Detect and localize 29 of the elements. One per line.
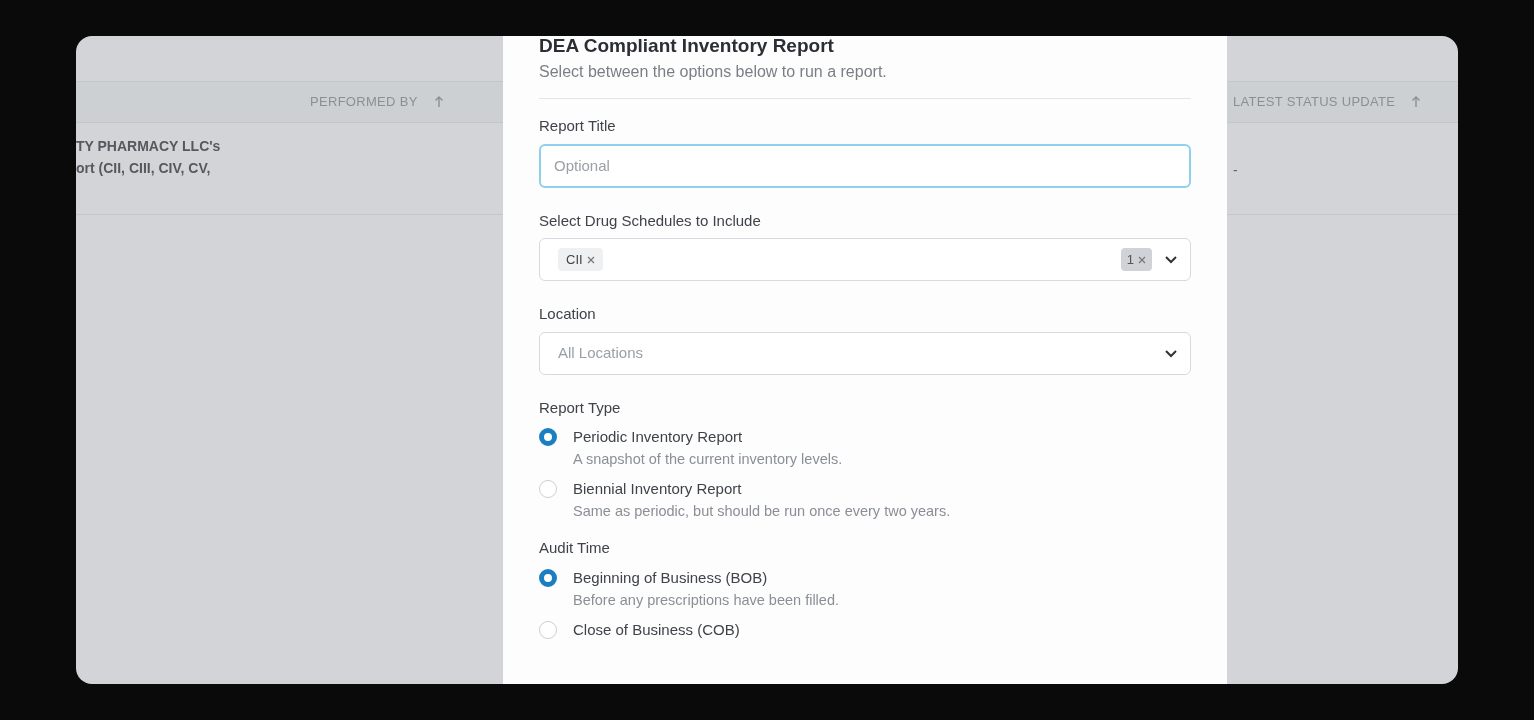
selected-count: 1 bbox=[1126, 250, 1134, 269]
option-label[interactable]: Periodic Inventory Report bbox=[573, 427, 843, 447]
radio-button[interactable] bbox=[539, 568, 557, 587]
close-icon[interactable] bbox=[586, 255, 595, 264]
field-label: Report Title bbox=[539, 116, 617, 136]
option-label[interactable]: Close of Business (COB) bbox=[573, 619, 740, 640]
chevron-down-icon[interactable] bbox=[1164, 255, 1178, 264]
group-label: Audit Time bbox=[539, 538, 611, 558]
field-label: Location bbox=[539, 304, 597, 324]
chevron-down-icon[interactable] bbox=[1164, 348, 1178, 358]
group-label: Report Type bbox=[539, 397, 622, 418]
dialog-title: DEA Compliant Inventory Report bbox=[539, 36, 835, 58]
table-cell-text: - bbox=[1233, 161, 1238, 180]
sort-up-icon[interactable] bbox=[433, 96, 444, 108]
option-description: Before any prescriptions have been filled. bbox=[573, 590, 839, 610]
field-label: Select Drug Schedules to Include bbox=[539, 210, 762, 231]
option-description: Same as periodic, but should be run once every two years. bbox=[573, 502, 951, 521]
select-placeholder: All Locations bbox=[558, 342, 645, 363]
dialog-subtitle: Select between the options below to run a report. bbox=[539, 60, 1191, 99]
close-icon[interactable] bbox=[1138, 255, 1146, 264]
schedule-select[interactable]: CII 1 bbox=[539, 238, 1191, 281]
option-label[interactable]: Biennial Inventory Report bbox=[573, 479, 951, 499]
option-description: A snapshot of the current inventory levels. bbox=[573, 450, 843, 469]
option-label[interactable]: Beginning of Business (BOB) bbox=[573, 567, 839, 588]
report-title-input[interactable]: Optional bbox=[539, 143, 1191, 188]
table-cell-text: ort (CII, CIII, CIV, CV, bbox=[76, 159, 212, 178]
radio-button[interactable] bbox=[539, 428, 557, 446]
sort-up-icon[interactable] bbox=[1411, 96, 1422, 108]
table-cell-text: TY PHARMACY LLC's bbox=[76, 137, 221, 156]
